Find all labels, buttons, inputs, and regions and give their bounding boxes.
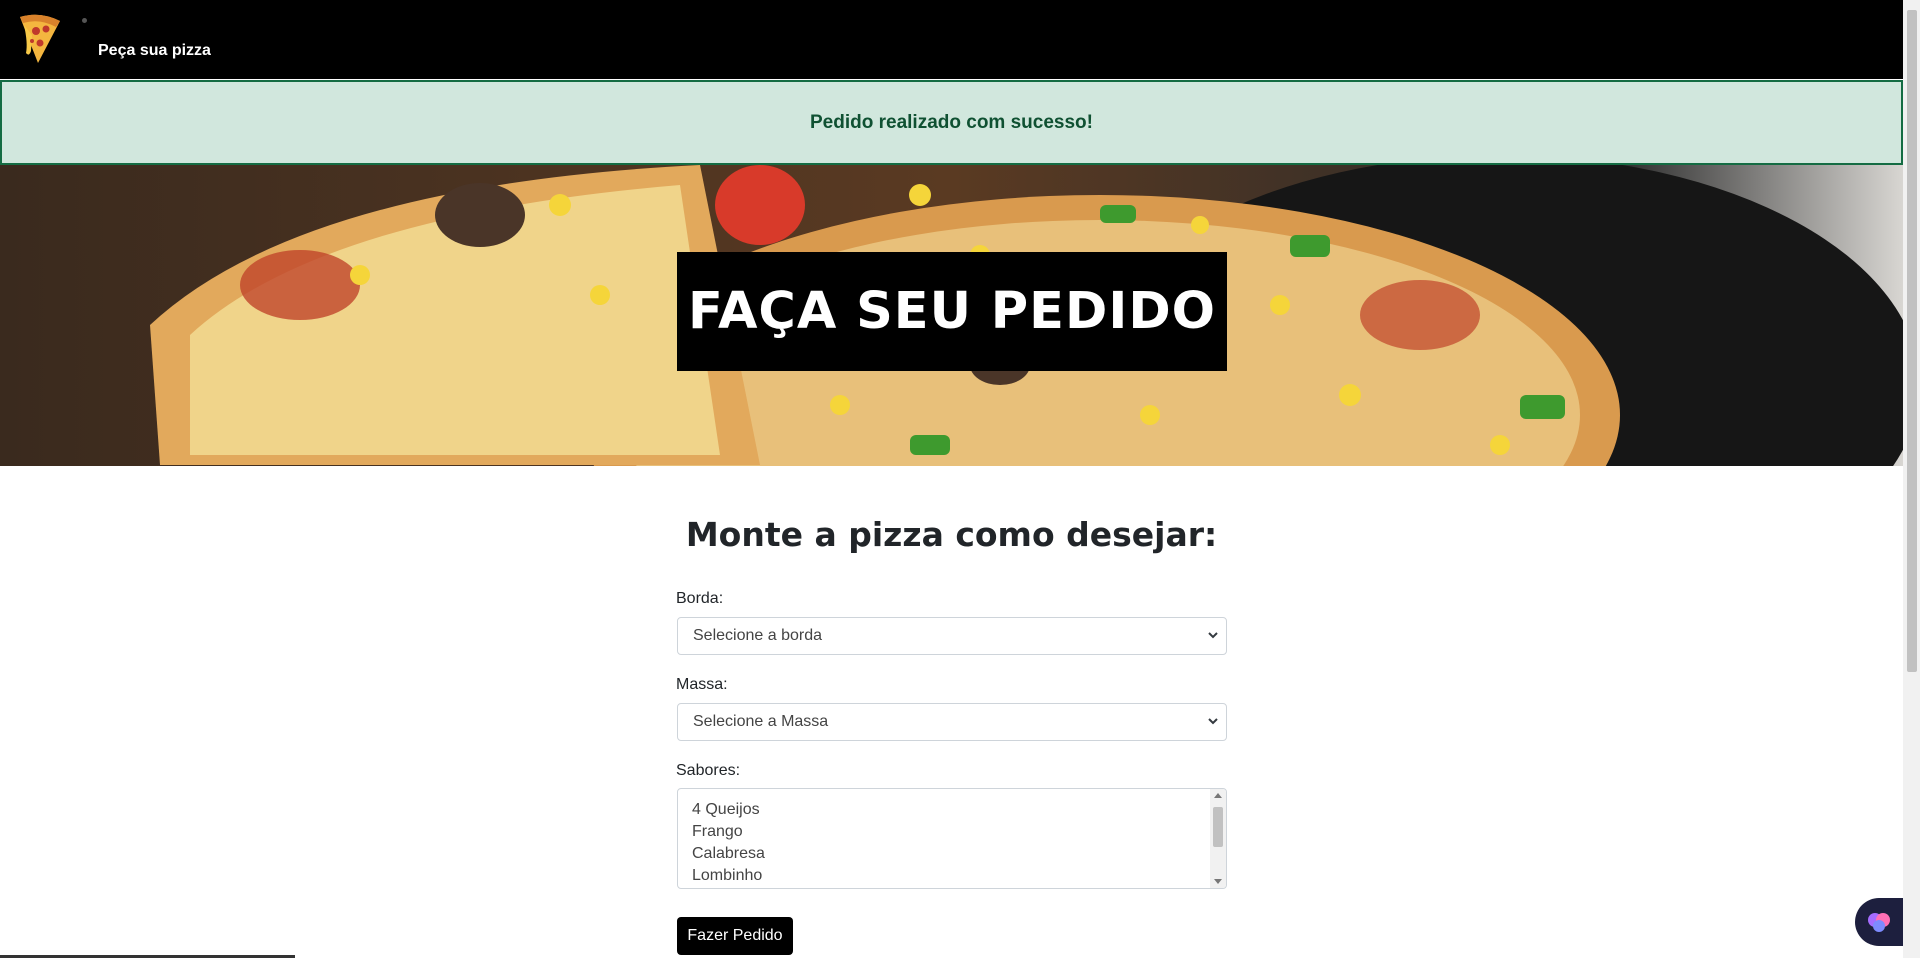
sabores-option[interactable]: Calabresa <box>692 843 1212 865</box>
page-scrollbar[interactable] <box>1903 0 1920 958</box>
nav-dot <box>82 18 87 23</box>
sabores-scrollbar[interactable] <box>1210 789 1226 888</box>
brand-link[interactable]: Peça sua pizza <box>98 42 211 60</box>
scroll-up-icon[interactable] <box>1214 793 1222 798</box>
chevron-down-icon <box>1208 718 1218 725</box>
extension-brain-icon[interactable] <box>1855 898 1903 946</box>
sabores-options: 4 Queijos Frango Calabresa Lombinho <box>678 789 1226 888</box>
hero-title-box: FAÇA SEU PEDIDO <box>677 252 1227 371</box>
hero-title: FAÇA SEU PEDIDO <box>687 282 1217 341</box>
form-heading: Monte a pizza como desejar: <box>685 515 1218 554</box>
sabores-multiselect[interactable]: 4 Queijos Frango Calabresa Lombinho <box>677 788 1227 889</box>
pizza-slice-icon[interactable] <box>18 13 62 65</box>
sabores-option[interactable]: Lombinho <box>692 865 1212 887</box>
hero-banner: FAÇA SEU PEDIDO <box>0 165 1903 466</box>
borda-select[interactable]: Selecione a borda <box>677 617 1227 655</box>
scroll-down-icon[interactable] <box>1214 879 1222 884</box>
massa-select[interactable]: Selecione a Massa <box>677 703 1227 741</box>
sabores-option[interactable]: 4 Queijos <box>692 799 1212 821</box>
sabores-option[interactable]: Frango <box>692 821 1212 843</box>
borda-select-value: Selecione a borda <box>693 627 822 644</box>
submit-order-button[interactable]: Fazer Pedido <box>677 917 793 955</box>
success-alert: Pedido realizado com sucesso! <box>0 80 1903 165</box>
top-navbar: Peça sua pizza <box>0 0 1903 79</box>
sabores-label: Sabores: <box>676 762 741 779</box>
page-scroll-thumb[interactable] <box>1907 10 1917 672</box>
chevron-down-icon <box>1208 632 1218 639</box>
massa-select-value: Selecione a Massa <box>693 713 829 730</box>
borda-label: Borda: <box>676 590 724 607</box>
alert-message: Pedido realizado com sucesso! <box>810 111 1093 133</box>
sabores-scroll-thumb[interactable] <box>1213 807 1223 847</box>
massa-label: Massa: <box>676 676 728 693</box>
